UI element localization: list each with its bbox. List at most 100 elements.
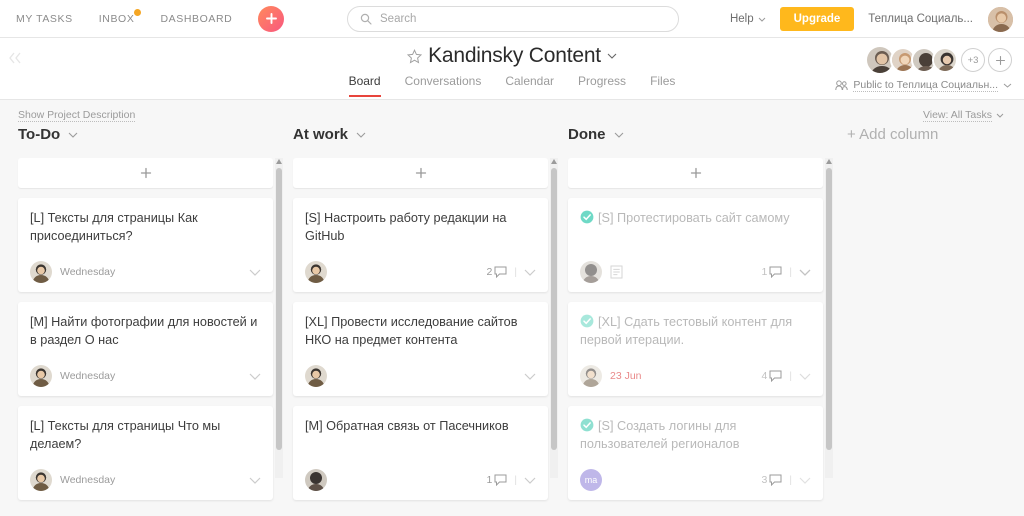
tab-calendar[interactable]: Calendar xyxy=(505,74,554,97)
assignee-avatar[interactable] xyxy=(30,365,52,387)
tab-progress[interactable]: Progress xyxy=(578,74,626,97)
task-expand-button[interactable] xyxy=(799,373,811,380)
task-title-row: [XL] Сдать тестовый контент для первой и… xyxy=(580,313,811,350)
comment-count[interactable]: 3 xyxy=(762,474,783,486)
help-label: Help xyxy=(729,13,754,25)
members-overflow-badge[interactable]: +3 xyxy=(961,48,985,72)
board-toolbar: Show Project Description View: All Tasks… xyxy=(8,100,1016,158)
upgrade-button[interactable]: Upgrade xyxy=(779,7,855,31)
scrollbar-thumb[interactable] xyxy=(826,168,832,450)
create-new-button[interactable] xyxy=(258,5,285,32)
column-scrollbar-at-work[interactable] xyxy=(550,158,558,478)
tab-board-label: Board xyxy=(348,74,381,88)
column-header-todo: To-Do xyxy=(8,126,283,143)
nav-item-inbox[interactable]: INBOX xyxy=(98,8,142,25)
task-complete-check-icon[interactable] xyxy=(580,314,594,328)
comment-count[interactable]: 4 xyxy=(762,370,783,382)
nav-item-my-tasks[interactable]: MY TASKS xyxy=(16,13,73,25)
task-title: [XL] Провести исследование сайтов НКО на… xyxy=(305,315,518,348)
view-selector[interactable]: View: All Tasks xyxy=(922,109,1004,122)
assignee-avatar[interactable] xyxy=(305,469,327,491)
scroll-up-arrow-icon[interactable] xyxy=(276,159,282,164)
star-icon[interactable] xyxy=(407,48,423,64)
assignee-avatar[interactable] xyxy=(305,365,327,387)
task-card[interactable]: [L] Тексты для страницы Как присоединить… xyxy=(18,198,273,292)
task-expand-button[interactable] xyxy=(249,477,261,484)
task-expand-button[interactable] xyxy=(524,373,536,380)
plus-icon xyxy=(265,13,277,24)
assignee-avatar[interactable] xyxy=(305,261,327,283)
chevron-down-icon xyxy=(799,269,811,276)
board-columns: [L] Тексты для страницы Как присоединить… xyxy=(8,158,1016,510)
chevron-down-icon[interactable] xyxy=(614,132,624,138)
task-expand-button[interactable] xyxy=(799,269,811,276)
task-card-footer: 1 | xyxy=(305,469,536,491)
task-card[interactable]: [XL] Провести исследование сайтов НКО на… xyxy=(293,302,548,396)
comment-count[interactable]: 1 xyxy=(487,474,508,486)
column-title: To-Do xyxy=(18,126,61,143)
plus-icon xyxy=(415,167,426,179)
task-complete-check-icon[interactable] xyxy=(580,210,594,224)
task-expand-button[interactable] xyxy=(249,373,261,380)
top-navigation-bar: MY TASKS INBOX DASHBOARD Search Help Upg… xyxy=(0,0,1024,38)
help-menu[interactable]: Help xyxy=(730,13,766,25)
assignee-avatar[interactable] xyxy=(580,365,602,387)
assignee-avatar[interactable] xyxy=(30,469,52,491)
task-card[interactable]: [M] Обратная связь от Пасечников 1 | xyxy=(293,406,548,500)
scroll-up-arrow-icon[interactable] xyxy=(551,159,557,164)
task-card[interactable]: [S] Создать логины для пользователей рег… xyxy=(568,406,823,500)
assignee-avatar-image xyxy=(580,365,602,387)
task-complete-check-icon[interactable] xyxy=(580,418,594,432)
show-project-description-link[interactable]: Show Project Description xyxy=(18,109,136,122)
task-card[interactable]: [L] Тексты для страницы Что мы делаем? W… xyxy=(18,406,273,500)
tab-files[interactable]: Files xyxy=(650,74,675,97)
assignee-avatar[interactable] xyxy=(580,261,602,283)
scroll-up-arrow-icon[interactable] xyxy=(826,159,832,164)
task-card[interactable]: [M] Найти фотографии для новостей и в ра… xyxy=(18,302,273,396)
tab-conversations[interactable]: Conversations xyxy=(405,74,482,97)
chevron-down-icon xyxy=(524,477,536,484)
chevron-down-icon xyxy=(799,373,811,380)
board-area: Show Project Description View: All Tasks… xyxy=(0,100,1024,516)
add-column-button[interactable]: + Add column xyxy=(833,126,938,143)
avatar[interactable] xyxy=(987,5,1014,33)
column-scrollbar-done[interactable] xyxy=(825,158,833,478)
task-card[interactable]: [XL] Сдать тестовый контент для первой и… xyxy=(568,302,823,396)
tab-board[interactable]: Board xyxy=(348,74,381,97)
task-expand-button[interactable] xyxy=(524,269,536,276)
comment-icon xyxy=(769,474,782,486)
task-expand-button[interactable] xyxy=(249,269,261,276)
add-card-button-done[interactable] xyxy=(568,158,823,188)
task-expand-button[interactable] xyxy=(524,477,536,484)
assignee-avatar[interactable]: ma xyxy=(580,469,602,491)
scrollbar-thumb[interactable] xyxy=(551,168,557,450)
task-title: [S] Настроить работу редакции на GitHub xyxy=(305,211,507,244)
scrollbar-thumb[interactable] xyxy=(276,168,282,450)
task-card[interactable]: [S] Настроить работу редакции на GitHub … xyxy=(293,198,548,292)
search-input[interactable]: Search xyxy=(347,6,679,32)
nav-item-inbox-label: INBOX xyxy=(98,12,135,25)
comment-count[interactable]: 1 xyxy=(762,266,783,278)
avatar[interactable] xyxy=(932,47,958,73)
task-card[interactable]: [S] Протестировать сайт самому 1 | xyxy=(568,198,823,292)
column-scrollbar-todo[interactable] xyxy=(275,158,283,478)
comment-icon xyxy=(769,266,782,278)
project-members: +3 Public to Теплица Социальн... xyxy=(835,45,1012,92)
task-expand-button[interactable] xyxy=(799,477,811,484)
comment-count[interactable]: 2 xyxy=(487,266,508,278)
organization-name[interactable]: Теплица Социаль... xyxy=(868,13,973,25)
chevron-down-icon[interactable] xyxy=(607,53,617,59)
task-card-footer: 2 | xyxy=(305,261,536,283)
column-title: At work xyxy=(293,126,349,143)
project-sharing-status[interactable]: Public to Теплица Социальн... xyxy=(835,79,1012,92)
plus-icon xyxy=(995,55,1005,65)
chevron-down-icon[interactable] xyxy=(68,132,78,138)
plus-icon xyxy=(140,167,151,179)
nav-item-dashboard[interactable]: DASHBOARD xyxy=(160,13,232,25)
add-card-button-todo[interactable] xyxy=(18,158,273,188)
chevron-down-icon[interactable] xyxy=(356,132,366,138)
add-member-button[interactable] xyxy=(988,48,1012,72)
assignee-avatar[interactable] xyxy=(30,261,52,283)
card-list-at-work: [S] Настроить работу редакции на GitHub … xyxy=(293,198,548,500)
add-card-button-at-work[interactable] xyxy=(293,158,548,188)
